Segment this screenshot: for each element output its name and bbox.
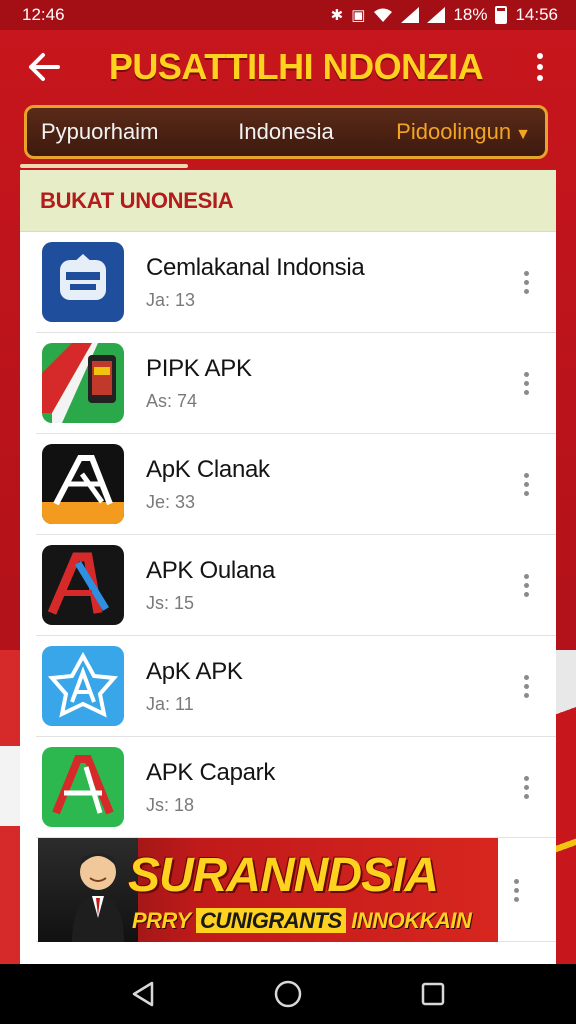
square-recents-icon [422,982,445,1006]
tab-pypuorhaim[interactable]: Pypuorhaim [41,119,204,145]
app-icon [42,646,124,726]
tab-bar: Pypuorhaim Indonesia Pidoolingun ▼ [24,105,548,159]
section-header: BUKAT UNONESIA [20,170,556,232]
dot [537,53,543,59]
app-icon [42,444,124,524]
banner-title: SURANNDSIA [128,849,439,902]
triangle-back-icon [132,981,153,1007]
tab-label: Indonesia [238,119,334,144]
banner-subtitle: PRRY CUNIGRANTS INNOKKAIN [132,908,472,934]
promo-banner[interactable]: SURANNDSIA PRRY CUNIGRANTS INNOKKAIN [38,838,498,942]
app-name: ApK Clanak [146,455,270,483]
app-meta: Je: 33 [146,491,196,512]
list-item[interactable]: ApK APK Ja: 11 [36,636,556,737]
list-item[interactable]: PIPK APK As: 74 [36,333,556,434]
list-item[interactable]: ApK Clanak Je: 33 [36,434,556,535]
app-meta: Js: 18 [146,794,195,815]
app-name: APK Capark [146,758,276,786]
tab-label: Pidoolingun [396,119,512,144]
tab-pidoolingun[interactable]: Pidoolingun ▼ [368,119,531,145]
app-icon [42,343,124,423]
app-icon [42,747,124,827]
app-name: Cemlakanal Indonsia [146,253,365,281]
item-more-button[interactable] [506,454,546,514]
circle-home-icon [274,980,302,1008]
page-title: PUSATTILHI NDONZIA [108,46,484,87]
wifi-icon [374,8,393,22]
status-bar: 12:46 ✱ ▣ 18% 14:56 [0,0,576,30]
bluetooth-icon: ✱ [330,6,344,24]
letter-a-icon [42,455,124,524]
letter-a-icon [52,755,114,815]
nav-back-button[interactable] [113,969,173,1019]
app-name: APK Oulana [146,556,276,584]
app-meta: As: 74 [146,390,198,411]
sim-icon: ▣ [351,6,366,24]
arrow-left-icon [29,53,60,81]
app-icon [42,545,124,625]
banner-sub-2: CUNIGRANTS [195,908,346,933]
banner-sub-1: PRRY [132,908,191,933]
list-item[interactable]: APK Oulana Js: 15 [36,535,556,636]
dot [537,75,543,81]
item-more-button[interactable] [506,555,546,615]
promo-banner-item[interactable]: SURANNDSIA PRRY CUNIGRANTS INNOKKAIN [36,838,556,942]
status-time-right: 14:56 [515,5,558,24]
status-time-left: 12:46 [22,5,65,24]
star-a-icon [47,651,119,718]
app-meta: Ja: 13 [146,289,196,310]
app-list-card: BUKAT UNONESIA Cemlakanal Indonsia Ja: 1… [20,170,556,970]
item-more-button[interactable] [506,353,546,413]
section-title: BUKAT UNONESIA [40,187,234,213]
app-meta: Js: 15 [146,592,195,613]
dot [537,64,543,70]
list-item[interactable]: Cemlakanal Indonsia Ja: 13 [36,232,556,333]
letter-a-icon [47,552,109,615]
app-meta: Ja: 11 [146,693,194,714]
app-name: ApK APK [146,657,243,685]
battery-percent: 18% [453,5,488,24]
list-item[interactable]: APK Capark Js: 18 [36,737,556,838]
app-icon [42,242,124,322]
tab-indicator [20,164,188,168]
item-more-button[interactable] [506,656,546,716]
overflow-menu-button[interactable] [518,37,562,97]
item-more-button[interactable] [506,252,546,312]
status-icons: ✱ ▣ 18% 14:56 [331,5,558,25]
chevron-down-icon: ▼ [515,126,531,143]
navigation-bar [0,964,576,1024]
tab-indonesia[interactable]: Indonesia [204,119,367,145]
item-more-button[interactable] [506,757,546,817]
flag-phone-icon [42,343,116,423]
item-more-button[interactable] [496,860,536,920]
tab-label: Pypuorhaim [41,119,159,144]
nav-home-button[interactable] [258,969,318,1019]
back-button[interactable] [14,37,74,97]
nav-recents-button[interactable] [403,969,463,1019]
battery-icon [495,6,508,24]
emblem-icon [60,254,106,300]
banner-sub-3: INNOKKAIN [351,908,472,933]
signal-icon-2 [427,7,446,23]
app-bar: PUSATTILHI NDONZIA [0,30,576,104]
app-name: PIPK APK [146,354,252,382]
signal-icon [401,7,420,23]
